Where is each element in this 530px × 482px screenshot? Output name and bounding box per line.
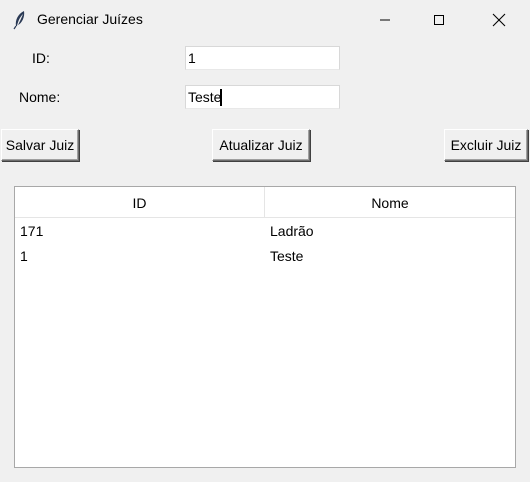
delete-judge-button[interactable]: Excluir Juiz (444, 129, 528, 161)
judges-table[interactable]: ID Nome 171 Ladrão 1 Teste (14, 186, 516, 468)
close-button[interactable] (476, 0, 522, 40)
maximize-button[interactable] (416, 0, 462, 40)
cell-nome: Teste (270, 248, 304, 264)
cell-id: 171 (20, 223, 44, 239)
cell-nome: Ladrão (270, 223, 314, 239)
text-cursor (220, 89, 222, 106)
id-label: ID: (32, 50, 50, 66)
table-row[interactable]: 171 Ladrão (15, 219, 515, 244)
feather-icon (13, 11, 25, 30)
column-header-nome[interactable]: Nome (265, 187, 515, 218)
nome-label: Nome: (19, 89, 61, 105)
window-title: Gerenciar Juízes (37, 11, 143, 27)
table-header: ID Nome (15, 187, 515, 218)
column-header-id[interactable]: ID (15, 187, 265, 218)
table-row[interactable]: 1 Teste (15, 244, 515, 269)
minimize-icon (380, 19, 390, 21)
close-icon (492, 13, 506, 27)
cell-id: 1 (20, 248, 28, 264)
nome-input[interactable] (185, 85, 340, 109)
id-input[interactable] (185, 46, 340, 70)
title-bar[interactable]: Gerenciar Juízes (0, 0, 530, 40)
save-judge-button[interactable]: Salvar Juiz (1, 129, 79, 161)
update-judge-button[interactable]: Atualizar Juiz (212, 129, 310, 161)
maximize-icon (434, 15, 444, 25)
minimize-button[interactable] (362, 0, 408, 40)
